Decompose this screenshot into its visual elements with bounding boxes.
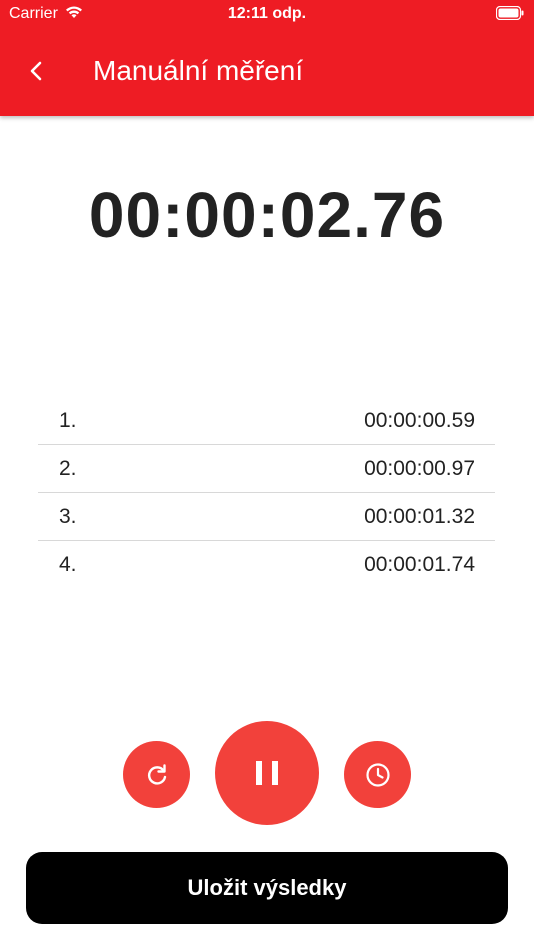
save-results-button[interactable]: Uložit výsledky bbox=[26, 852, 508, 924]
status-time: 12:11 odp. bbox=[227, 5, 307, 22]
lap-row: 1. 00:00:00.59 bbox=[38, 397, 495, 445]
save-results-label: Uložit výsledky bbox=[187, 875, 347, 900]
lap-row: 4. 00:00:01.74 bbox=[38, 541, 495, 588]
clock-icon bbox=[365, 762, 390, 787]
lap-index: 4. bbox=[59, 553, 77, 576]
app-header: Carrier 12:11 odp. Manuální měření bbox=[0, 0, 534, 116]
lap-time: 00:00:00.59 bbox=[364, 409, 475, 432]
pause-icon bbox=[256, 761, 278, 785]
lap-row: 2. 00:00:00.97 bbox=[38, 445, 495, 493]
lap-index: 3. bbox=[59, 505, 77, 528]
lap-index: 2. bbox=[59, 457, 77, 480]
lap-list: 1. 00:00:00.59 2. 00:00:00.97 3. 00:00:0… bbox=[38, 397, 495, 588]
battery-icon bbox=[495, 5, 524, 25]
chevron-left-icon bbox=[30, 61, 42, 81]
lap-row: 3. 00:00:01.32 bbox=[38, 493, 495, 541]
stopwatch-display: 00:00:02.76 bbox=[88, 179, 446, 251]
page-title: Manuální měření bbox=[93, 55, 304, 86]
pause-button[interactable] bbox=[215, 721, 319, 825]
lap-time: 00:00:01.74 bbox=[364, 553, 475, 576]
lap-time: 00:00:00.97 bbox=[364, 457, 475, 480]
back-button[interactable] bbox=[22, 56, 52, 86]
lap-index: 1. bbox=[59, 409, 77, 432]
lap-button[interactable] bbox=[344, 741, 411, 808]
status-bar: Carrier 12:11 odp. bbox=[0, 0, 534, 28]
lap-time: 00:00:01.32 bbox=[364, 505, 475, 528]
reset-icon bbox=[147, 763, 166, 785]
reset-button[interactable] bbox=[123, 741, 190, 808]
